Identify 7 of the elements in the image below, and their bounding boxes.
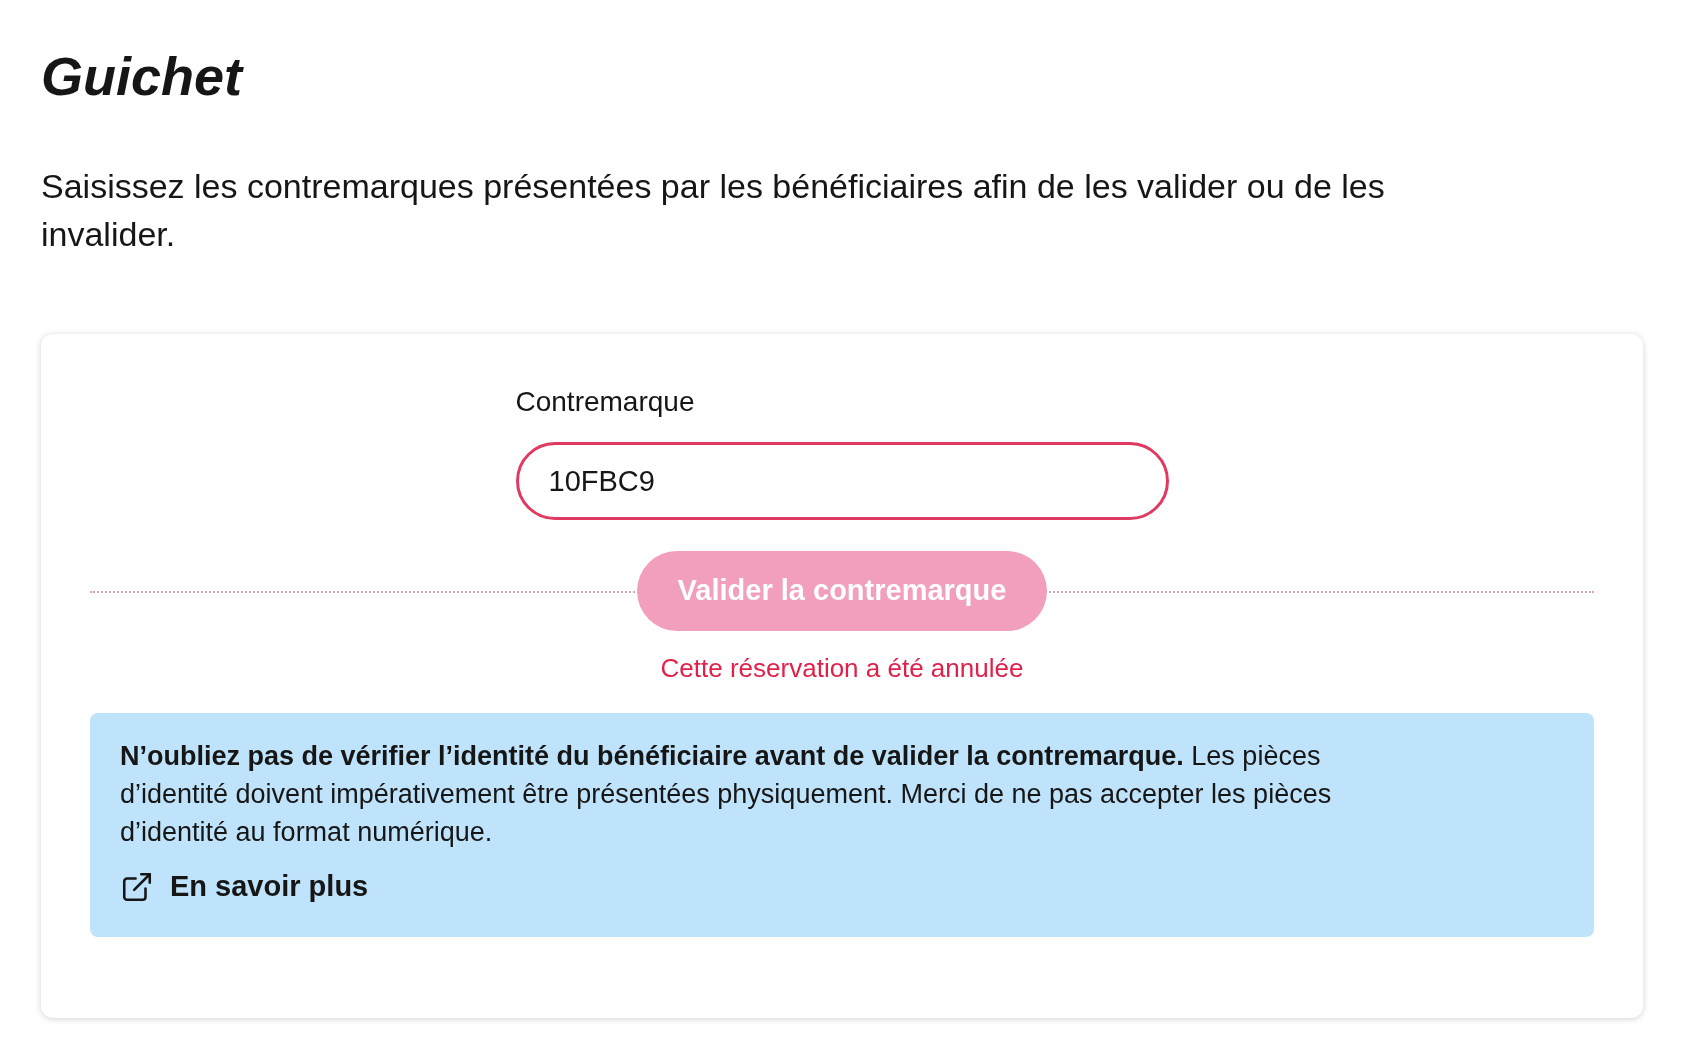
field-label: Contremarque (515, 385, 695, 419)
code-input-field[interactable]: 10FBC9 (515, 442, 1169, 520)
page-title: Guichet (41, 45, 243, 108)
learn-more-link[interactable]: En savoir plus (120, 865, 369, 909)
notice-text: N’oubliez pas de vérifier l’identité du bénéficiaire avant de valider la contremarque. Les pièces d’identité doivent impérativement être présentées physiquement. Merci de ne pas accepter les pièces d’identité au format numérique. (120, 740, 1333, 849)
intro-text: Saisissez les contremarques présentées par les bénéficiaires afin de les valider ou de les invalider. (41, 166, 1386, 255)
error-message: Cette réservation a été annulée (660, 652, 1024, 685)
